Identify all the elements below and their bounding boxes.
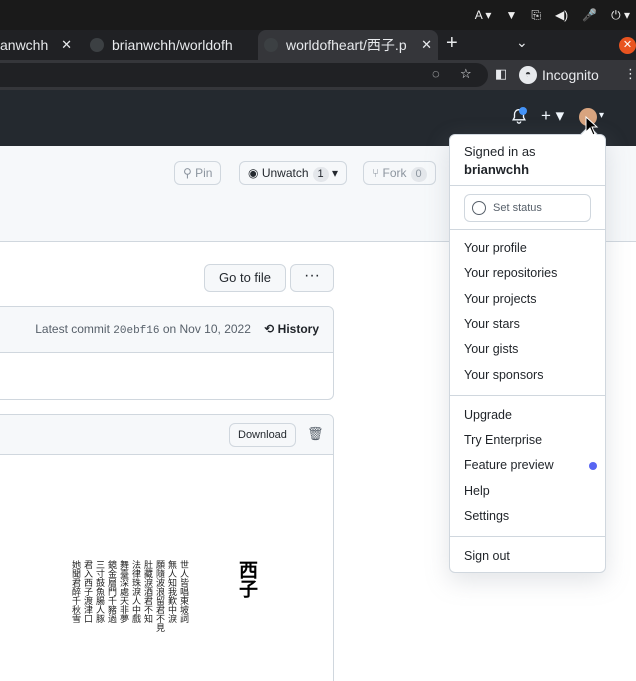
side-panel-icon[interactable]: ◧	[495, 66, 507, 82]
menu-item-feature-preview[interactable]: Feature preview	[464, 458, 554, 472]
set-status-button[interactable]: Set status	[464, 194, 591, 222]
history-link[interactable]: ⟲ History	[264, 322, 319, 336]
menu-item-your-stars[interactable]: Your stars	[464, 317, 520, 331]
unwatch-label: Unwatch	[261, 166, 309, 180]
chevron-down-icon: ▾	[331, 166, 339, 180]
smiley-icon	[472, 201, 486, 215]
divider	[450, 229, 605, 230]
menu-item-settings[interactable]: Settings	[464, 509, 509, 523]
browser-tab[interactable]: brianwchh/worldofh	[84, 30, 256, 60]
divider	[450, 395, 605, 396]
tab-title: worldofheart/西子.p	[286, 37, 407, 53]
download-button[interactable]: Download	[229, 423, 296, 447]
notification-dot	[519, 107, 527, 115]
menu-item-your-gists[interactable]: Your gists	[464, 342, 518, 356]
latest-commit-bar: Latest commit 20ebf16 on Nov 10, 2022 ⟲ …	[0, 307, 333, 353]
latest-commit-label: Latest commit	[35, 322, 110, 336]
commit-box: Latest commit 20ebf16 on Nov 10, 2022 ⟲ …	[0, 306, 334, 400]
microphone-icon[interactable]: 🎤	[582, 7, 597, 23]
fork-button[interactable]: ⑂ Fork 0	[363, 161, 436, 185]
fork-label: Fork	[382, 166, 407, 180]
divider	[450, 185, 605, 186]
chevron-down-icon[interactable]: ▾	[599, 110, 604, 121]
poem-column: 肚藏淚酒君不知	[142, 560, 152, 623]
input-method-indicator[interactable]: A ▾	[475, 7, 492, 23]
system-tray[interactable]: A ▾ ▼ ⎘ ◀) 🎤 ⏻ ▾	[475, 7, 630, 23]
poem-column: 鏡金層門千豬過	[106, 560, 116, 623]
menu-item-your-sponsors[interactable]: Your sponsors	[464, 368, 543, 382]
star-icon[interactable]: ☆	[460, 66, 472, 82]
pin-icon: ⚲	[183, 166, 192, 180]
fork-icon: ⑂	[372, 166, 380, 180]
volume-icon[interactable]: ◀)	[555, 7, 568, 23]
menu-item-your-repositories[interactable]: Your repositories	[464, 266, 557, 280]
create-new-icon[interactable]: + ▾	[541, 106, 564, 126]
menu-item-your-profile[interactable]: Your profile	[464, 241, 527, 255]
poem-column: 三寸鼓魚腸人豚	[94, 560, 104, 623]
tab-search-chevron-icon[interactable]: ⌄	[516, 34, 528, 51]
tab-title: brianwchh/worldofh	[112, 37, 233, 53]
signed-in-label: Signed in as	[464, 144, 536, 159]
eye-off-icon[interactable]: ◌	[432, 66, 440, 81]
poem-column: 她聞君醉千秋雪	[70, 560, 80, 623]
latest-commit-info: Latest commit 20ebf16 on Nov 10, 2022 ⟲ …	[35, 322, 319, 337]
close-window-icon[interactable]: ✕	[619, 37, 636, 54]
set-status-label: Set status	[493, 202, 542, 214]
wifi-icon[interactable]: ▼	[505, 7, 517, 23]
power-icon[interactable]: ⏻ ▾	[611, 7, 630, 23]
username: brianwchh	[464, 162, 530, 177]
close-tab-icon[interactable]: ✕	[61, 30, 72, 60]
pin-label: Pin	[195, 166, 213, 180]
github-favicon-icon	[90, 38, 104, 52]
browser-toolbar: ◌ ☆ ◧ ◓ Incognito ⋮	[0, 60, 636, 90]
poem-column: 君入西子渡津口	[82, 560, 92, 623]
browser-menu-icon[interactable]: ⋮	[624, 66, 636, 82]
poem-column: 法律珠淚人中戲	[130, 560, 140, 623]
browser-tab[interactable]: anwchh ✕	[0, 30, 78, 60]
bluetooth-icon[interactable]: ⎘	[531, 7, 541, 23]
poem-column: 願隨波浪留君不見	[154, 560, 164, 632]
profile-dropdown-menu: Signed in as brianwchh Set status Your p…	[449, 125, 606, 573]
poem-column: 世人皆唱東坡詞	[178, 560, 188, 623]
file-viewer: Download 🗑	[0, 414, 334, 681]
feature-preview-indicator-dot	[589, 462, 597, 470]
address-bar[interactable]	[0, 63, 488, 87]
menu-item-try-enterprise[interactable]: Try Enterprise	[464, 433, 542, 447]
more-options-button[interactable]: ···	[290, 264, 334, 292]
poem-title: 西子	[236, 560, 258, 598]
commit-date: on Nov 10, 2022	[162, 322, 251, 336]
history-icon: ⟲	[264, 322, 275, 336]
commit-sha-link[interactable]: 20ebf16	[113, 325, 159, 337]
browser-tab-strip: anwchh ✕ brianwchh/worldofh worldofheart…	[0, 30, 636, 60]
mouse-cursor-icon	[585, 116, 599, 136]
os-top-bar: A ▾ ▼ ⎘ ◀) 🎤 ⏻ ▾	[0, 0, 636, 30]
divider	[450, 536, 605, 537]
signed-in-as[interactable]: Signed in as brianwchh	[464, 143, 536, 179]
incognito-indicator[interactable]: ◓ Incognito	[519, 65, 599, 85]
poem-column: 無人知我歎中淚	[166, 560, 176, 623]
menu-item-help[interactable]: Help	[464, 484, 490, 498]
pin-button[interactable]: ⚲ Pin	[174, 161, 222, 185]
incognito-label: Incognito	[542, 67, 599, 83]
trash-icon[interactable]: 🗑	[307, 426, 324, 442]
poem-column: 舞臺深處天非夢	[118, 560, 128, 623]
go-to-file-button[interactable]: Go to file	[204, 264, 287, 292]
eye-icon: ◉	[248, 166, 259, 180]
image-preview-poem: 世人皆唱東坡詞 無人知我歎中淚 願隨波浪留君不見 肚藏淚酒君不知 法律珠淚人中戲…	[70, 560, 188, 640]
file-viewer-header: Download 🗑	[0, 415, 333, 455]
github-favicon-icon	[264, 38, 278, 52]
new-tab-icon[interactable]: +	[446, 32, 458, 55]
history-label: History	[277, 322, 319, 336]
browser-tab-active[interactable]: worldofheart/西子.p ✕	[258, 30, 438, 60]
menu-item-upgrade[interactable]: Upgrade	[464, 408, 512, 422]
menu-item-your-projects[interactable]: Your projects	[464, 292, 537, 306]
fork-count: 0	[410, 167, 427, 182]
menu-item-sign-out[interactable]: Sign out	[464, 549, 510, 563]
incognito-icon: ◓	[519, 66, 537, 84]
close-tab-icon[interactable]: ✕	[421, 30, 432, 60]
tab-title: anwchh	[0, 37, 49, 53]
unwatch-button[interactable]: ◉ Unwatch 1 ▾	[239, 161, 348, 185]
watch-count: 1	[312, 167, 329, 182]
